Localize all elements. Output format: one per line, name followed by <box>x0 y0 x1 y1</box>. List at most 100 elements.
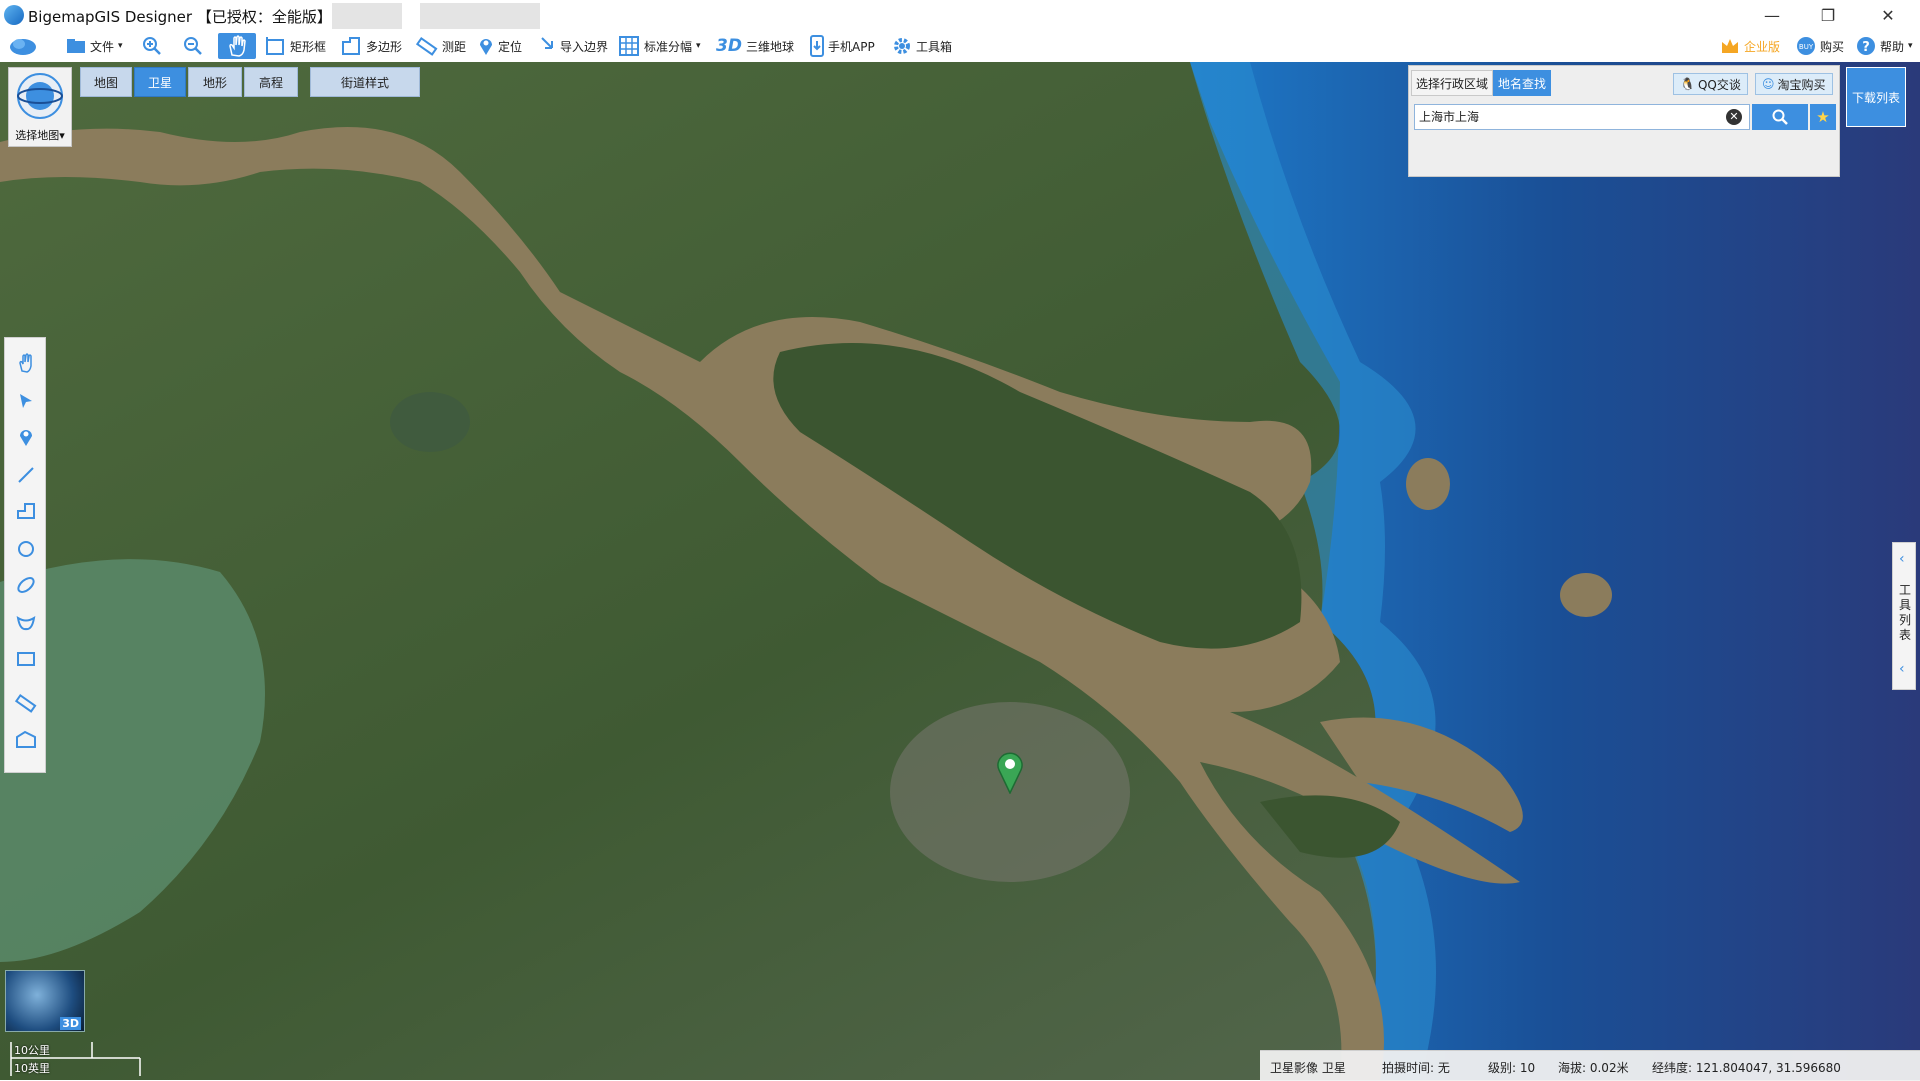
chevron-left-icon[interactable]: ‹ <box>1899 551 1905 567</box>
status-capture-time: 拍摄时间: 无 <box>1382 1061 1450 1075</box>
draw-line-tool[interactable] <box>13 462 39 488</box>
status-altitude: 海拔: 0.02米 <box>1558 1061 1629 1075</box>
window-title: BigemapGIS Designer 【已授权：全能版】 <box>28 8 332 26</box>
toolbox-button[interactable]: 工具箱 <box>892 33 952 59</box>
chevron-left-icon[interactable]: ‹ <box>1899 661 1905 677</box>
mobile-app-label: 手机APP <box>828 39 875 54</box>
globe-3d-badge: 3D <box>60 1017 81 1030</box>
search-button[interactable] <box>1752 104 1808 130</box>
scale-mi: 10英里 <box>14 1062 50 1075</box>
draw-arc-tool[interactable] <box>13 610 39 636</box>
pin-icon <box>20 430 32 446</box>
favorite-button[interactable]: ★ <box>1810 104 1836 130</box>
buy-button[interactable]: BUY 购买 <box>1796 33 1844 59</box>
download-list-button[interactable]: 下载列表 <box>1846 67 1906 127</box>
import-boundary-label: 导入边界 <box>560 39 609 54</box>
measure-button[interactable]: 测距 <box>416 33 466 59</box>
search-panel: 选择行政区域 地名查找 🐧 QQ交谈 ☺ 淘宝购买 上海市上海 ✕ ★ <box>1408 65 1840 177</box>
enterprise-button[interactable]: 企业版 <box>1720 33 1780 59</box>
cloud-icon <box>10 39 36 55</box>
pan-button[interactable] <box>218 33 256 59</box>
ruler-icon <box>15 693 37 713</box>
search-icon <box>1772 109 1788 125</box>
draw-point-tool[interactable] <box>13 424 39 450</box>
polygon-icon <box>342 37 360 55</box>
taobao-label: 淘宝购买 <box>1777 77 1826 92</box>
zoom-in-button[interactable] <box>142 33 162 59</box>
map-type-terrain[interactable]: 地形 <box>188 67 242 97</box>
rect-label: 矩形框 <box>290 39 327 54</box>
globe-3d-button[interactable]: 3D 三维地球 <box>716 33 794 59</box>
draw-circle-tool[interactable] <box>13 536 39 562</box>
gear-icon <box>894 38 910 54</box>
grid-icon <box>619 36 639 56</box>
arrow-pointer-icon <box>20 394 32 408</box>
qq-label: QQ交谈 <box>1697 77 1741 92</box>
street-style-button[interactable]: 街道样式 <box>310 67 420 97</box>
close-button[interactable]: ✕ <box>1860 0 1916 30</box>
status-bar: 卫星影像 卫星 拍摄时间: 无 级别: 10 海拔: 0.02米 经纬度: 12… <box>1260 1050 1920 1081</box>
rect-select-button[interactable]: 矩形框 <box>264 33 326 59</box>
map-type-elevation[interactable]: 高程 <box>244 67 298 97</box>
main-toolbar: 文件 ▾ 矩形框 多边形 测距 定位 导入边界 标准分幅 ▾ 3D 三维地球 手机A… <box>0 30 1920 63</box>
measure-area-tool[interactable] <box>13 726 39 752</box>
draw-rectangle-tool[interactable] <box>13 646 39 672</box>
status-level: 级别: 10 <box>1488 1061 1536 1075</box>
map-type-map[interactable]: 地图 <box>80 67 132 97</box>
help-icon: ? <box>1857 37 1875 55</box>
svg-text:BUY: BUY <box>1799 43 1814 51</box>
circle-icon <box>18 541 34 557</box>
locate-button[interactable]: 定位 <box>478 33 522 59</box>
draw-polygon-tool[interactable] <box>13 498 39 524</box>
map-canvas[interactable]: 地图 卫星 地形 高程 街道样式 选择地图▾ 选择行政区域 地名查找 🐧 QQ交… <box>0 62 1920 1080</box>
area-ruler-icon <box>16 730 36 748</box>
clear-icon[interactable]: ✕ <box>1726 109 1742 125</box>
file-menu[interactable]: 文件 ▾ <box>66 33 123 59</box>
polygon-label: 多边形 <box>366 39 403 54</box>
polygon-select-button[interactable]: 多边形 <box>340 33 402 59</box>
rectangle-icon <box>17 652 35 666</box>
grid-label: 标准分幅 <box>644 39 693 54</box>
crown-icon <box>1722 39 1738 53</box>
redacted-box <box>332 3 402 29</box>
menu-button[interactable] <box>8 33 38 59</box>
satellite-imagery <box>0 62 1920 1080</box>
redacted-box <box>420 3 540 29</box>
buy-label: 购买 <box>1820 39 1845 54</box>
svg-text:?: ? <box>1862 40 1870 55</box>
buy-icon: BUY <box>1797 37 1815 55</box>
place-search-input[interactable]: 上海市上海 <box>1414 104 1750 130</box>
select-map-label: 选择地图 <box>15 129 60 142</box>
minimize-button[interactable]: — <box>1744 0 1800 30</box>
draw-select-tool[interactable] <box>13 388 39 414</box>
mobile-app-button[interactable]: 手机APP <box>810 33 875 59</box>
import-boundary-button[interactable]: 导入边界 <box>540 33 608 59</box>
select-map-button[interactable]: 选择地图▾ <box>8 67 72 147</box>
globe-3d-thumbnail[interactable]: 3D <box>5 970 85 1032</box>
restore-button[interactable]: ❐ <box>1800 0 1856 30</box>
tool-list-panel[interactable]: ‹ 工具列表 ‹ <box>1892 542 1916 690</box>
draw-ellipse-tool[interactable] <box>13 572 39 598</box>
grid-button[interactable]: 标准分幅 ▾ <box>618 33 701 59</box>
file-icon <box>67 39 85 53</box>
scale-bar: 10公里 10英里 <box>8 1040 142 1078</box>
map-marker-icon[interactable] <box>995 750 1025 797</box>
taobao-buy-button[interactable]: ☺ 淘宝购买 <box>1755 73 1833 95</box>
draw-pan-tool[interactable] <box>13 350 39 376</box>
ruler-icon <box>416 36 438 56</box>
globe-3d-label: 三维地球 <box>745 39 794 54</box>
zoom-out-button[interactable] <box>183 33 203 59</box>
tool-list-label: 工具列表 <box>1898 583 1911 642</box>
zoom-out-icon <box>184 37 202 55</box>
qq-chat-button[interactable]: 🐧 QQ交谈 <box>1673 73 1748 95</box>
toolbox-label: 工具箱 <box>916 39 953 54</box>
arc-icon <box>16 615 36 631</box>
rect-icon <box>266 37 284 55</box>
measure-distance-tool[interactable] <box>13 690 39 716</box>
tab-admin-region[interactable]: 选择行政区域 <box>1411 70 1493 96</box>
zoom-in-icon <box>143 37 161 55</box>
map-type-satellite[interactable]: 卫星 <box>134 67 186 97</box>
help-button[interactable]: ? 帮助 ▾ <box>1856 33 1913 59</box>
scale-km: 10公里 <box>14 1044 50 1057</box>
tab-place-search[interactable]: 地名查找 <box>1493 70 1551 96</box>
